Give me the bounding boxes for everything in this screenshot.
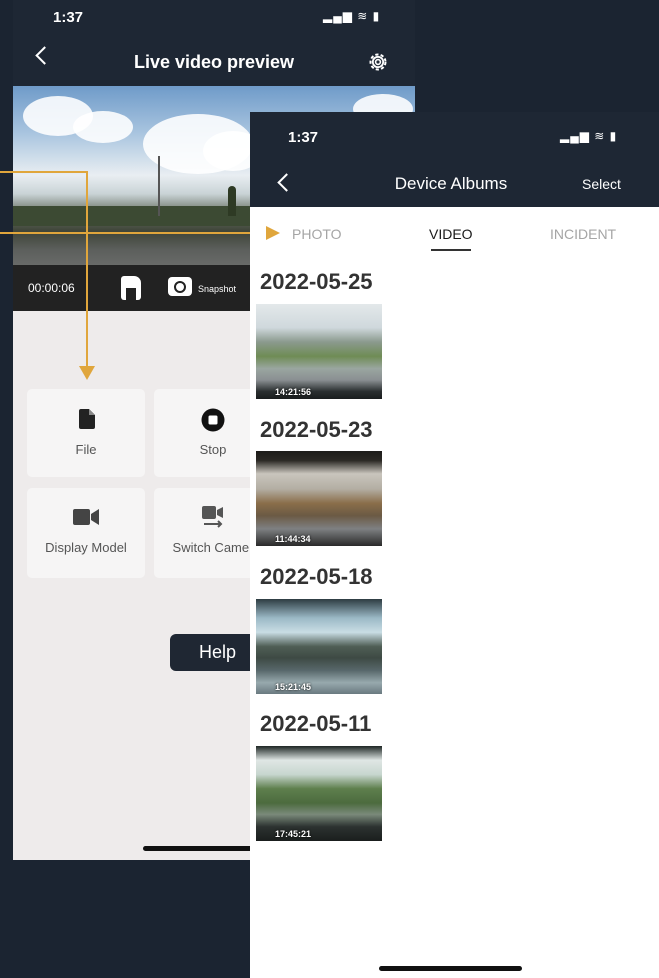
status-time: 1:37 xyxy=(288,129,319,146)
tab-video[interactable]: VIDEO xyxy=(429,226,473,242)
video-thumbnail[interactable]: 17:45:21 xyxy=(256,746,382,841)
date-header: 2022-05-23 xyxy=(260,417,373,442)
home-indicator xyxy=(143,846,263,851)
annotation-line xyxy=(0,232,268,234)
status-icons: ▂▄▆ ≋ ▮ xyxy=(560,129,618,143)
video-thumbnail[interactable]: 11:44:34 xyxy=(256,451,382,546)
status-icons: ▂▄▆ ≋ ▮ xyxy=(323,9,381,23)
video-time: 15:21:45 xyxy=(275,682,312,692)
file-icon xyxy=(79,409,95,429)
date-header: 2022-05-11 xyxy=(260,711,372,736)
video-camera-icon xyxy=(73,509,99,525)
video-thumbnail[interactable]: 14:21:56 xyxy=(256,304,382,399)
active-tab-indicator xyxy=(431,249,471,251)
video-thumbnail[interactable]: 15:21:45 xyxy=(256,599,382,694)
device-albums-screen: 1:37 ▂▄▆ ≋ ▮ Device Albums Select PHOTO … xyxy=(250,112,659,978)
annotation-line xyxy=(0,171,88,173)
gear-icon[interactable] xyxy=(366,50,390,74)
tile-label: Display Model xyxy=(45,540,127,555)
annotation-arrowhead xyxy=(79,366,95,380)
tile-label: File xyxy=(75,442,97,457)
file-button[interactable]: File xyxy=(27,389,145,477)
switch-camera-icon xyxy=(202,506,223,528)
video-time: 11:44:34 xyxy=(275,534,311,544)
home-indicator xyxy=(379,966,522,971)
status-time: 1:37 xyxy=(53,9,84,26)
select-button[interactable]: Select xyxy=(582,176,621,192)
video-time: 17:45:21 xyxy=(275,829,312,839)
display-model-button[interactable]: Display Model xyxy=(27,488,145,578)
date-header: 2022-05-18 xyxy=(260,564,373,589)
tab-incident[interactable]: INCIDENT xyxy=(550,226,616,242)
annotation-arrowhead xyxy=(266,226,280,240)
video-time: 14:21:56 xyxy=(275,387,312,397)
tab-photo[interactable]: PHOTO xyxy=(292,226,342,242)
recording-timer: 00:00:06 xyxy=(28,281,75,295)
snapshot-label[interactable]: Snapshot xyxy=(198,284,236,294)
stop-icon xyxy=(201,408,225,432)
page-title: Live video preview xyxy=(133,52,295,72)
sd-card-icon[interactable] xyxy=(121,276,141,300)
annotation-line xyxy=(86,171,88,369)
date-header: 2022-05-25 xyxy=(260,269,373,294)
camera-icon[interactable] xyxy=(168,277,192,296)
